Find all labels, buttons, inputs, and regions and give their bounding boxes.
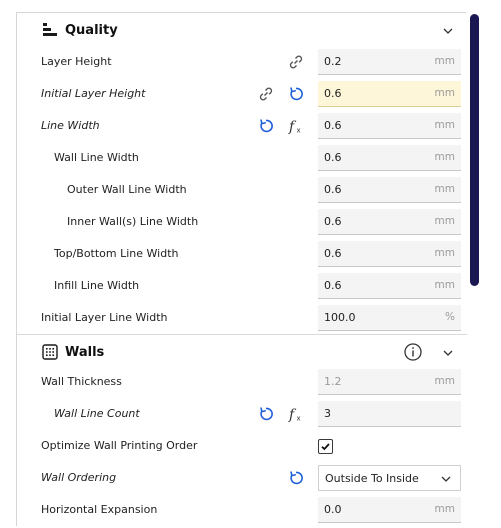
- setting-row-initial-layer-line-width: Initial Layer Line Width 100.0 %: [17, 302, 467, 334]
- quality-layers-icon: [41, 21, 59, 39]
- setting-row-wall-ordering: Wall Ordering Outside To Inside: [17, 462, 467, 494]
- field-value: 0.6: [324, 119, 342, 132]
- field-value: 0.6: [324, 87, 342, 100]
- setting-label: Layer Height: [41, 55, 112, 68]
- setting-label: Infill Line Width: [54, 279, 140, 292]
- field-value: 0.0: [324, 503, 342, 516]
- reset-icon[interactable]: [287, 85, 305, 103]
- field-value: 0.6: [324, 279, 342, 292]
- walls-grid-icon: [41, 343, 59, 361]
- reset-icon[interactable]: [287, 469, 305, 487]
- field-unit: mm: [434, 279, 455, 291]
- field-value: 1.2: [324, 375, 342, 388]
- chevron-down-icon: [440, 473, 452, 485]
- setting-row-outer-wall-line-width: Outer Wall Line Width 0.6 mm: [17, 174, 467, 206]
- field-unit: mm: [434, 119, 455, 131]
- initial-layer-height-field[interactable]: 0.6 mm: [318, 81, 461, 107]
- link-icon[interactable]: [257, 85, 275, 103]
- field-value: 100.0: [324, 311, 356, 324]
- scrollbar-thumb[interactable]: [470, 14, 479, 286]
- setting-label: Wall Thickness: [41, 375, 122, 388]
- walls-section-header[interactable]: Walls: [17, 335, 467, 369]
- setting-row-layer-height: Layer Height 0.2 mm: [17, 46, 467, 78]
- setting-label: Top/Bottom Line Width: [54, 247, 179, 260]
- outer-wall-line-width-field[interactable]: 0.6 mm: [318, 177, 461, 203]
- function-icon[interactable]: fx: [287, 405, 305, 423]
- top-bottom-line-width-field[interactable]: 0.6 mm: [318, 241, 461, 267]
- field-unit: mm: [434, 87, 455, 99]
- field-value: 0.6: [324, 247, 342, 260]
- field-unit: mm: [434, 375, 455, 387]
- field-value: 0.6: [324, 215, 342, 228]
- field-value: 0.6: [324, 183, 342, 196]
- line-width-field[interactable]: 0.6 mm: [318, 113, 461, 139]
- quality-section-title: Quality: [65, 22, 118, 38]
- wall-line-count-field[interactable]: 3: [318, 401, 461, 427]
- field-value: 0.2: [324, 55, 342, 68]
- wall-ordering-select[interactable]: Outside To Inside: [318, 465, 461, 491]
- link-icon[interactable]: [287, 53, 305, 71]
- field-unit: mm: [434, 247, 455, 259]
- svg-text:x: x: [297, 415, 301, 423]
- reset-icon[interactable]: [257, 117, 275, 135]
- setting-label: Inner Wall(s) Line Width: [67, 215, 199, 228]
- setting-row-top-bottom-line-width: Top/Bottom Line Width 0.6 mm: [17, 238, 467, 270]
- info-icon[interactable]: [403, 342, 423, 362]
- setting-row-wall-line-count: Wall Line Count fx 3: [17, 398, 467, 430]
- field-unit: mm: [434, 151, 455, 163]
- walls-section-title: Walls: [65, 344, 105, 360]
- svg-text:x: x: [297, 127, 301, 135]
- field-value: 3: [324, 407, 331, 420]
- infill-line-width-field[interactable]: 0.6 mm: [318, 273, 461, 299]
- setting-label: Wall Line Width: [54, 151, 139, 164]
- wall-thickness-field[interactable]: 1.2 mm: [318, 369, 461, 395]
- setting-row-optimize-wall-printing-order: Optimize Wall Printing Order: [17, 430, 467, 462]
- setting-label: Optimize Wall Printing Order: [41, 439, 198, 452]
- wall-line-width-field[interactable]: 0.6 mm: [318, 145, 461, 171]
- function-icon[interactable]: fx: [287, 117, 305, 135]
- setting-label: Wall Ordering: [41, 471, 117, 484]
- setting-row-inner-wall-line-width: Inner Wall(s) Line Width 0.6 mm: [17, 206, 467, 238]
- select-value: Outside To Inside: [325, 472, 419, 485]
- chevron-down-icon[interactable]: [441, 23, 455, 37]
- inner-wall-line-width-field[interactable]: 0.6 mm: [318, 209, 461, 235]
- layer-height-field[interactable]: 0.2 mm: [318, 49, 461, 75]
- setting-label: Wall Line Count: [54, 407, 140, 420]
- setting-label: Initial Layer Height: [41, 87, 146, 100]
- setting-row-horizontal-expansion: Horizontal Expansion 0.0 mm: [17, 494, 467, 526]
- field-unit: mm: [434, 55, 455, 67]
- quality-section-header[interactable]: Quality: [17, 13, 467, 47]
- chevron-down-icon[interactable]: [441, 345, 455, 359]
- horizontal-expansion-field[interactable]: 0.0 mm: [318, 497, 461, 523]
- setting-row-wall-thickness: Wall Thickness 1.2 mm: [17, 366, 467, 398]
- reset-icon[interactable]: [257, 405, 275, 423]
- field-value: 0.6: [324, 151, 342, 164]
- setting-label: Horizontal Expansion: [41, 503, 158, 516]
- field-unit: mm: [434, 215, 455, 227]
- setting-label: Initial Layer Line Width: [41, 311, 168, 324]
- setting-row-initial-layer-height: Initial Layer Height 0.6 mm: [17, 78, 467, 110]
- field-unit: mm: [434, 183, 455, 195]
- setting-row-line-width: Line Width fx 0.6 mm: [17, 110, 467, 142]
- initial-layer-line-width-field[interactable]: 100.0 %: [318, 305, 461, 331]
- setting-label: Outer Wall Line Width: [67, 183, 187, 196]
- optimize-wall-order-checkbox[interactable]: [318, 439, 333, 454]
- field-unit: mm: [434, 503, 455, 515]
- setting-label: Line Width: [41, 119, 100, 132]
- setting-row-infill-line-width: Infill Line Width 0.6 mm: [17, 270, 467, 302]
- setting-row-wall-line-width: Wall Line Width 0.6 mm: [17, 142, 467, 174]
- field-unit: %: [445, 311, 455, 323]
